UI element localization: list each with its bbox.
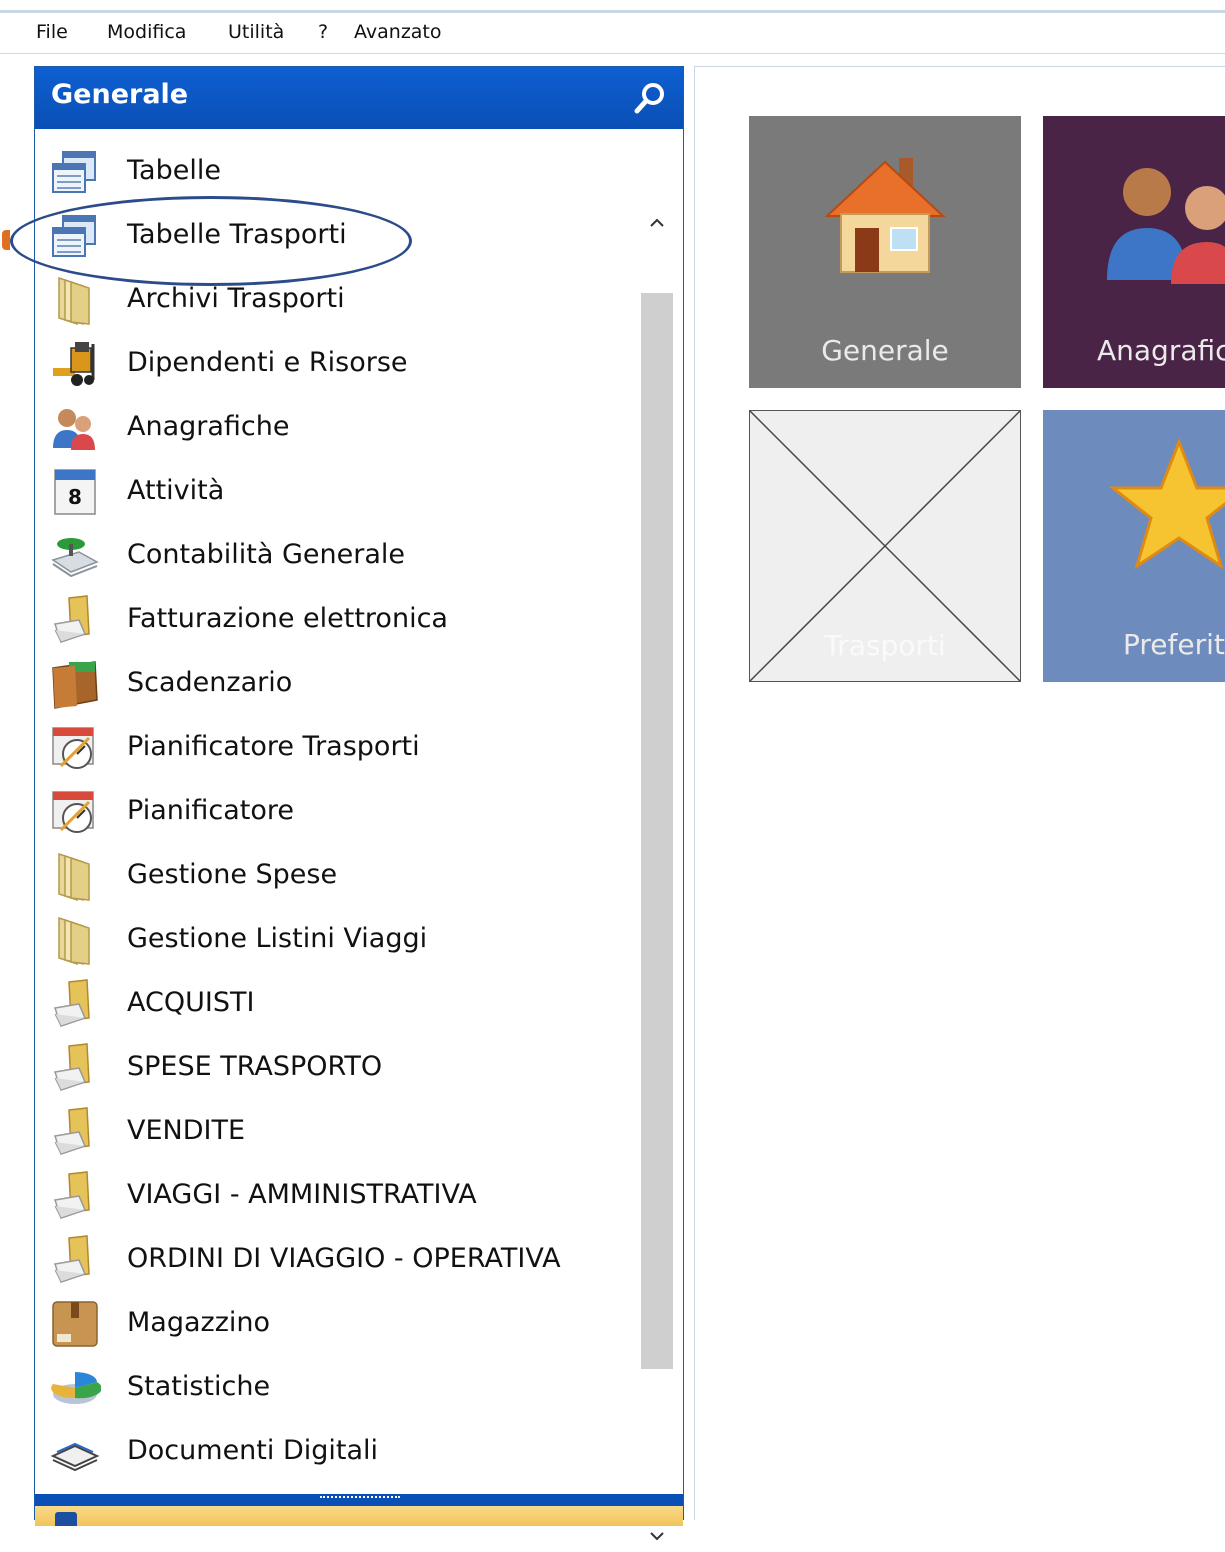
- splitter-grip[interactable]: [320, 1496, 400, 1502]
- nav-item-label: Magazzino: [127, 1307, 271, 1338]
- stack-icon: [49, 1426, 101, 1478]
- menu-modifica[interactable]: Modifica: [107, 21, 186, 43]
- tile-trasporti[interactable]: Trasporti: [749, 410, 1021, 682]
- nav-item-label: Statistiche: [127, 1371, 271, 1402]
- nav-item-label: VIAGGI - AMMINISTRATIVA: [127, 1179, 477, 1210]
- menu-avanzato[interactable]: Avanzato: [354, 21, 442, 43]
- scroll-down-icon[interactable]: [647, 1526, 667, 1546]
- nav-item-spese-trasporto[interactable]: SPESE TRASPORTO: [49, 1037, 629, 1097]
- tile-label: Trasporti: [824, 629, 946, 662]
- nav-item-scadenzario[interactable]: Scadenzario: [49, 653, 629, 713]
- nav-item-label: ORDINI DI VIAGGIO - OPERATIVA: [127, 1243, 561, 1274]
- star-icon: [1108, 437, 1225, 583]
- nav-item-pianificatore[interactable]: Pianificatore: [49, 781, 629, 841]
- folder-icon: [49, 850, 101, 902]
- nav-item-vendite[interactable]: VENDITE: [49, 1101, 629, 1161]
- nav-item-label: Archivi Trasporti: [127, 283, 345, 314]
- nav-item-label: Fatturazione elettronica: [127, 603, 448, 634]
- svg-text:8: 8: [68, 485, 82, 509]
- nav-item-label: VENDITE: [127, 1115, 246, 1146]
- navigation-group-bar[interactable]: [35, 1506, 683, 1526]
- menu-help[interactable]: ?: [318, 21, 328, 43]
- navigation-panel-title: Generale: [51, 79, 189, 110]
- tile-label: Anagrafic: [1097, 334, 1225, 367]
- scrollbar-thumb[interactable]: [641, 293, 673, 1369]
- folder-document-icon: [49, 1170, 101, 1222]
- tile-anagrafiche[interactable]: Anagrafic: [1043, 116, 1225, 388]
- box-icon: [49, 1298, 101, 1350]
- nav-item-label: Contabilità Generale: [127, 539, 405, 570]
- tile-generale[interactable]: Generale: [749, 116, 1021, 388]
- nav-item-contabilita-generale[interactable]: Contabilità Generale: [49, 525, 629, 585]
- folder-document-icon: [49, 1234, 101, 1286]
- nav-item-label: Anagrafiche: [127, 411, 290, 442]
- nav-item-archivi-trasporti[interactable]: Archivi Trasporti: [49, 269, 629, 329]
- accounting-icon: [49, 530, 101, 582]
- nav-item-tabelle[interactable]: Tabelle: [49, 141, 629, 201]
- menu-bar: File Modifica Utilità ? Avanzato: [0, 13, 1225, 54]
- people-icon: [49, 402, 101, 454]
- pie-chart-icon: [49, 1362, 102, 1414]
- tile-label: Preferit: [1123, 628, 1225, 661]
- nav-item-label: SPESE TRASPORTO: [127, 1051, 383, 1082]
- navigation-scrollbar[interactable]: [641, 209, 673, 1552]
- nav-item-documenti-digitali[interactable]: Documenti Digitali: [49, 1421, 629, 1481]
- nav-item-label: Dipendenti e Risorse: [127, 347, 408, 378]
- table-icon: [49, 146, 101, 198]
- navigation-panel-header: Generale: [35, 67, 683, 129]
- nav-item-label: Pianificatore Trasporti: [127, 731, 420, 762]
- menu-utilita[interactable]: Utilità: [228, 21, 284, 43]
- folder-icon: [49, 914, 101, 966]
- nav-item-tabelle-trasporti[interactable]: Tabelle Trasporti: [49, 205, 629, 265]
- folder-document-icon: [49, 978, 101, 1030]
- nav-item-statistiche[interactable]: Statistiche: [49, 1357, 629, 1417]
- table-icon: [49, 210, 101, 262]
- nav-item-label: Scadenzario: [127, 667, 293, 698]
- nav-item-attivita[interactable]: 8 Attività: [49, 461, 629, 521]
- folder-document-icon: [49, 594, 101, 646]
- nav-item-label: Gestione Spese: [127, 859, 338, 890]
- calendar-icon: 8: [49, 466, 101, 518]
- nav-item-gestione-listini-viaggi[interactable]: Gestione Listini Viaggi: [49, 909, 629, 969]
- search-icon[interactable]: [631, 79, 669, 117]
- window-top-border: [0, 0, 1225, 13]
- nav-item-label: Gestione Listini Viaggi: [127, 923, 428, 954]
- folder-document-icon: [49, 1042, 101, 1094]
- folder-document-icon: [49, 1106, 101, 1158]
- planner-icon: [49, 786, 101, 838]
- nav-item-dipendenti-risorse[interactable]: Dipendenti e Risorse: [49, 333, 629, 393]
- folder-icon: [49, 274, 101, 326]
- nav-item-acquisti[interactable]: ACQUISTI: [49, 973, 629, 1033]
- people-icon: [1099, 156, 1225, 291]
- nav-item-label: ACQUISTI: [127, 987, 255, 1018]
- tile-area: Generale Anagrafic Trasporti Preferit: [694, 66, 1225, 1520]
- nav-item-label: Tabelle Trasporti: [127, 219, 347, 250]
- navigation-list: Tabelle Tabelle Trasporti Archivi Traspo…: [35, 129, 683, 1552]
- nav-item-anagrafiche[interactable]: Anagrafiche: [49, 397, 629, 457]
- nav-item-label: Documenti Digitali: [127, 1435, 379, 1466]
- navigation-panel: Generale Tabelle Tabelle Trasporti Archi…: [34, 66, 684, 1552]
- panel-splitter[interactable]: [35, 1494, 683, 1506]
- menu-file[interactable]: File: [36, 21, 68, 43]
- planner-icon: [49, 722, 101, 774]
- nav-item-gestione-spese[interactable]: Gestione Spese: [49, 845, 629, 905]
- nav-item-label: Pianificatore: [127, 795, 294, 826]
- nav-item-pianificatore-trasporti[interactable]: Pianificatore Trasporti: [49, 717, 629, 777]
- tile-preferiti[interactable]: Preferit: [1043, 410, 1225, 682]
- nav-item-fatturazione-elettronica[interactable]: Fatturazione elettronica: [49, 589, 629, 649]
- annotation-marker: [2, 230, 10, 250]
- tile-label: Generale: [821, 334, 949, 367]
- nav-item-ordini-di-viaggio-operativa[interactable]: ORDINI DI VIAGGIO - OPERATIVA: [49, 1229, 629, 1289]
- scroll-up-icon[interactable]: [647, 213, 667, 233]
- house-icon: [815, 144, 955, 289]
- forklift-icon: [49, 338, 101, 390]
- group-icon: [55, 1512, 77, 1526]
- nav-item-label: Tabelle: [127, 155, 221, 186]
- nav-item-label: Attività: [127, 475, 225, 506]
- nav-item-magazzino[interactable]: Magazzino: [49, 1293, 629, 1353]
- nav-item-viaggi-amministrativa[interactable]: VIAGGI - AMMINISTRATIVA: [49, 1165, 629, 1225]
- wallet-icon: [49, 658, 101, 710]
